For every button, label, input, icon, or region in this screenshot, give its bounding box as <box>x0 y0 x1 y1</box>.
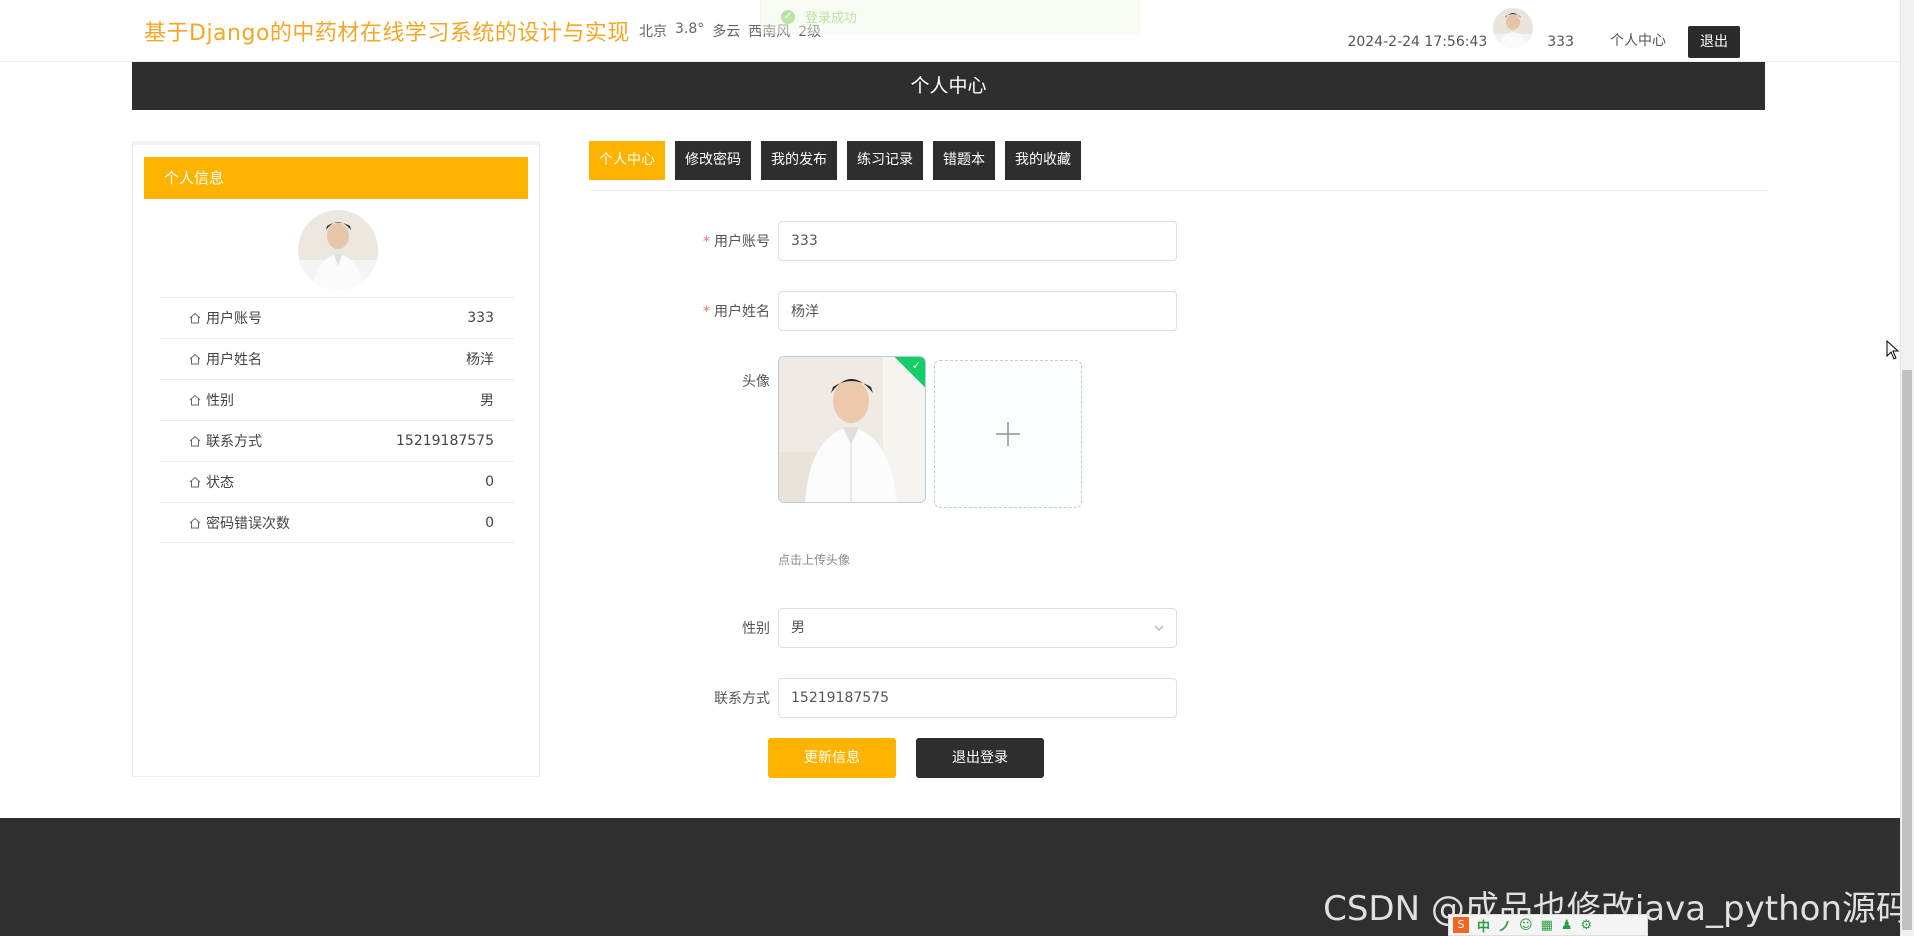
header-username[interactable]: 333 <box>1547 34 1574 58</box>
login-success-toast: ✓ 登录成功 <box>760 0 1140 34</box>
info-value: 0 <box>485 474 494 490</box>
info-label: 密码错误次数 <box>206 515 290 532</box>
home-icon <box>189 517 201 528</box>
avatar-label: 头像 <box>742 374 770 390</box>
tab-personal-center[interactable]: 个人中心 <box>589 141 665 180</box>
account-label-text: 用户账号 <box>714 234 770 250</box>
mouse-cursor-icon <box>1886 340 1900 360</box>
ime-keyboard-icon[interactable]: ▦ <box>1541 918 1553 933</box>
name-label: * 用户姓名 <box>580 301 770 321</box>
tab-practice-records[interactable]: 练习记录 <box>847 141 923 180</box>
gender-select[interactable]: 男 <box>778 608 1177 648</box>
check-icon: ✓ <box>911 359 921 372</box>
sogou-logo-icon: S <box>1453 917 1469 933</box>
info-value: 杨洋 <box>466 352 494 368</box>
check-circle-icon: ✓ <box>781 9 795 24</box>
info-row-account: 用户账号 333 <box>160 297 514 338</box>
info-card-header: 个人信息 <box>144 157 528 199</box>
home-icon <box>189 312 201 324</box>
account-input[interactable] <box>778 221 1177 261</box>
weather-temperature: 3.8° <box>675 21 705 37</box>
gender-selected-value: 男 <box>791 620 805 636</box>
home-icon <box>189 394 201 406</box>
required-mark: * <box>703 304 710 320</box>
weather-condition: 多云 <box>712 24 741 40</box>
site-title: 基于Django的中药材在线学习系统的设计与实现 <box>144 21 630 46</box>
personal-info-card: 个人信息 用户账号 333 用户姓名 杨洋 性别 男 联系方式 15219187… <box>132 141 540 777</box>
info-label-wrap: 用户姓名 <box>188 349 262 369</box>
home-icon <box>189 435 201 447</box>
plus-icon <box>996 422 1020 446</box>
upload-tip: 点击上传头像 <box>778 553 851 567</box>
current-datetime: 2024-2-24 17:56:43 <box>1347 34 1488 50</box>
tab-my-favorites[interactable]: 我的收藏 <box>1005 141 1081 180</box>
info-label: 状态 <box>206 475 234 491</box>
ime-punctuation-icon[interactable]: ノ <box>1498 916 1511 935</box>
uploaded-avatar-thumbnail[interactable]: ✓ <box>778 356 926 503</box>
home-icon <box>189 476 201 488</box>
info-label-wrap: 性别 <box>188 390 234 410</box>
page-title-bar: 个人中心 <box>132 62 1765 110</box>
phone-input[interactable] <box>778 678 1177 718</box>
info-row-status: 状态 0 <box>160 461 514 502</box>
info-label: 用户姓名 <box>206 352 262 368</box>
name-input[interactable] <box>778 291 1177 331</box>
required-mark: * <box>703 234 710 250</box>
info-label-wrap: 状态 <box>188 472 234 492</box>
avatar-photo-icon <box>1493 8 1534 48</box>
info-list: 用户账号 333 用户姓名 杨洋 性别 男 联系方式 15219187575 状… <box>160 297 514 543</box>
ime-settings-icon[interactable]: ⚙ <box>1581 918 1593 933</box>
avatar-upload-button[interactable] <box>934 360 1082 508</box>
info-row-gender: 性别 男 <box>160 379 514 420</box>
weather-city: 北京 <box>639 24 667 40</box>
top-header: 基于Django的中药材在线学习系统的设计与实现 北京 3.8° 多云 西南风 … <box>0 0 1900 62</box>
info-label: 联系方式 <box>206 434 262 450</box>
info-label-wrap: 密码错误次数 <box>188 513 290 533</box>
info-value: 男 <box>480 393 494 409</box>
header-user-area: 2024-2-24 17:56:43 333 个人中心 退出 <box>1347 8 1740 58</box>
header-avatar[interactable] <box>1493 8 1534 48</box>
name-label-text: 用户姓名 <box>714 304 770 320</box>
chevron-down-icon <box>1154 625 1164 631</box>
info-label-wrap: 用户账号 <box>188 308 262 328</box>
tabs-divider <box>589 190 1769 191</box>
update-info-button[interactable]: 更新信息 <box>768 738 896 778</box>
account-label: * 用户账号 <box>580 231 770 251</box>
avatar-photo-icon <box>779 357 925 502</box>
info-value: 0 <box>485 514 494 531</box>
ime-chinese-mode-icon[interactable]: 中 <box>1477 916 1490 935</box>
gender-label: 性别 <box>742 621 770 637</box>
info-label: 用户账号 <box>206 311 262 327</box>
tab-change-password[interactable]: 修改密码 <box>675 141 751 180</box>
header-logout-button[interactable]: 退出 <box>1688 26 1740 58</box>
info-row-name: 用户姓名 杨洋 <box>160 338 514 379</box>
vertical-scrollbar-thumb[interactable] <box>1902 370 1912 930</box>
info-row-phone: 联系方式 15219187575 <box>160 420 514 461</box>
profile-tabs: 个人中心 修改密码 我的发布 练习记录 错题本 我的收藏 <box>589 141 1081 180</box>
ime-emoji-icon[interactable]: ☺ <box>1519 918 1533 933</box>
info-row-password-errors: 密码错误次数 0 <box>160 502 514 543</box>
home-icon <box>189 353 201 365</box>
ime-skin-icon[interactable]: ♟ <box>1561 918 1573 933</box>
info-value: 333 <box>467 310 494 326</box>
page: 基于Django的中药材在线学习系统的设计与实现 北京 3.8° 多云 西南风 … <box>0 0 1914 936</box>
phone-label: 联系方式 <box>714 691 770 707</box>
tab-my-posts[interactable]: 我的发布 <box>761 141 837 180</box>
personal-center-link[interactable]: 个人中心 <box>1610 30 1666 58</box>
info-avatar <box>298 210 378 290</box>
toast-message: 登录成功 <box>805 11 858 26</box>
logout-button[interactable]: 退出登录 <box>916 738 1044 778</box>
info-value: 15219187575 <box>396 433 494 449</box>
info-label-wrap: 联系方式 <box>188 431 262 451</box>
info-label: 性别 <box>206 393 234 409</box>
avatar-photo-icon <box>298 210 378 290</box>
tab-wrong-questions[interactable]: 错题本 <box>933 141 995 180</box>
ime-toolbar[interactable]: S 中 ノ ☺ ▦ ♟ ⚙ <box>1448 914 1648 936</box>
